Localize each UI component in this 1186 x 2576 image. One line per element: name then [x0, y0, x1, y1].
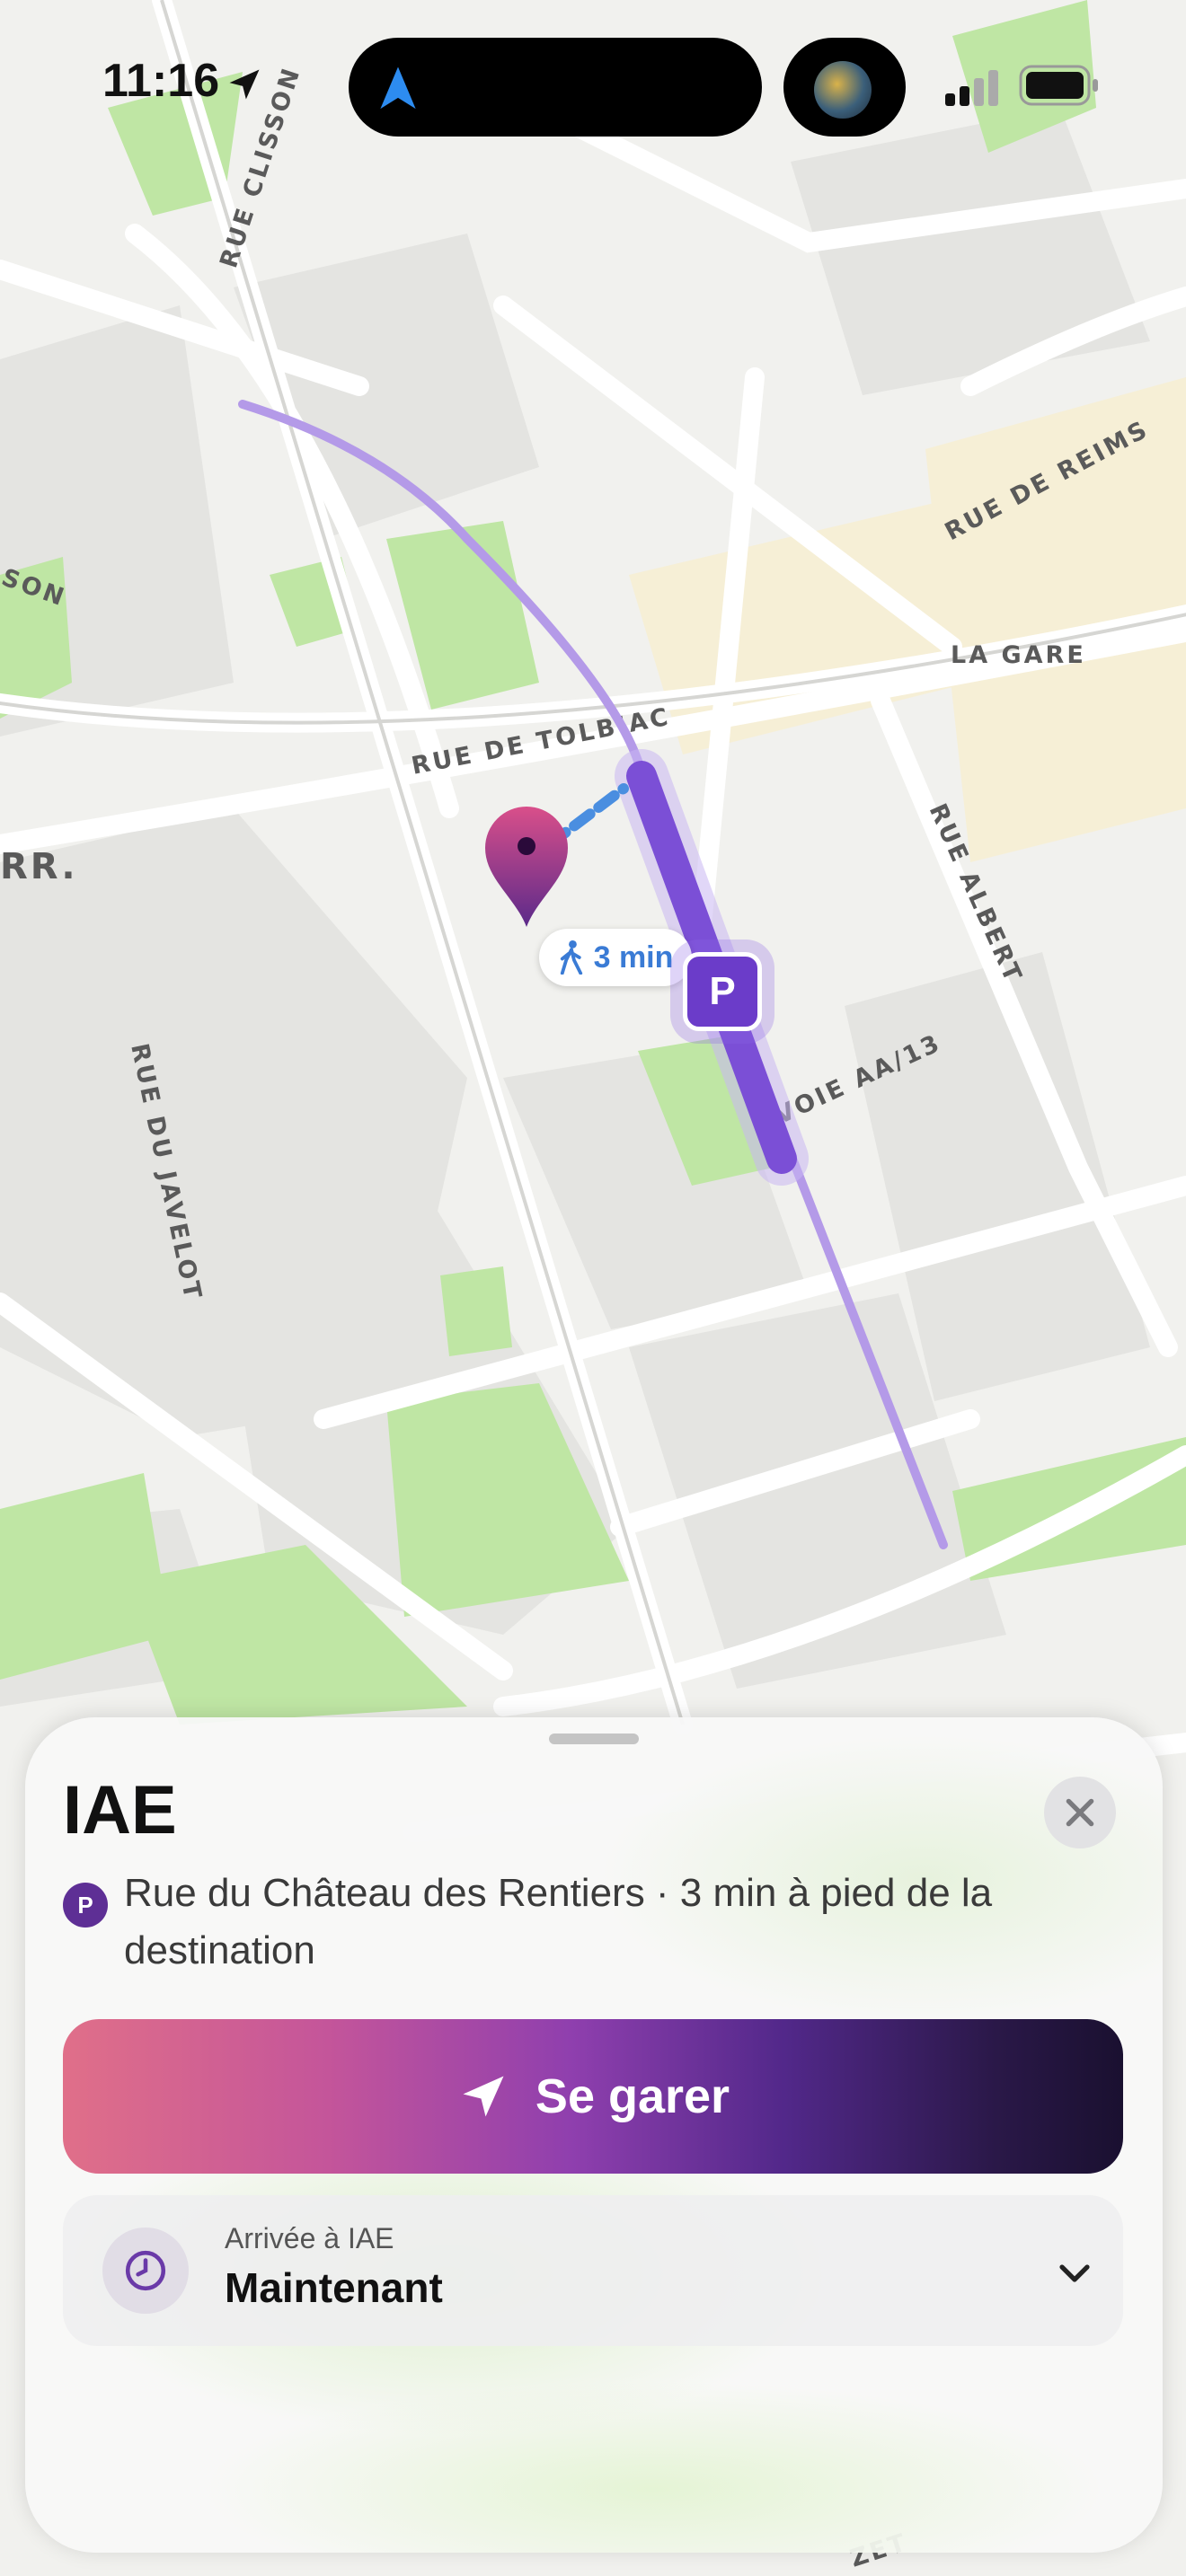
navigation-arrow-icon [463, 2076, 504, 2117]
destination-pin-icon[interactable] [482, 805, 571, 931]
street-label-rr: RR. [0, 846, 78, 887]
sheet-grabber[interactable] [549, 1734, 639, 1744]
clock-icon-container [102, 2228, 189, 2314]
navigation-arrow-icon [380, 66, 416, 110]
location-arrow-icon [229, 69, 260, 100]
cellular-signal-icon [945, 70, 998, 106]
place-subtitle: Rue du Château des Rentiers · 3 min à pi… [124, 1871, 993, 1972]
arrival-label: Arrivée à IAE [225, 2222, 394, 2254]
place-sheet[interactable]: IAE P Rue du Château des Rentiers · 3 mi… [25, 1717, 1163, 2553]
park-button-label: Se garer [535, 2069, 730, 2123]
parking-marker[interactable]: P [683, 952, 762, 1031]
street-label-la-gare: LA GARE [951, 641, 1086, 669]
walk-time-badge: 3 min [539, 929, 692, 986]
status-bar: 11:16 [0, 0, 1186, 171]
now-playing-artwork [814, 61, 872, 119]
chevron-down-icon [1059, 2264, 1090, 2282]
battery-icon [1019, 65, 1098, 106]
close-button[interactable] [1044, 1777, 1116, 1848]
arrival-value: Maintenant [225, 2264, 443, 2311]
walk-time-label: 3 min [593, 940, 674, 975]
clock-icon [125, 2250, 166, 2291]
walking-person-icon [560, 940, 582, 975]
parking-marker-label: P [709, 969, 736, 1013]
clock-time: 11:16 [102, 55, 220, 107]
place-title: IAE [63, 1772, 177, 1848]
arrival-time-selector[interactable]: Arrivée à IAE Maintenant [63, 2195, 1123, 2346]
park-button[interactable]: Se garer [63, 2019, 1123, 2174]
close-icon [1066, 1798, 1094, 1827]
parking-badge: P [63, 1883, 108, 1928]
